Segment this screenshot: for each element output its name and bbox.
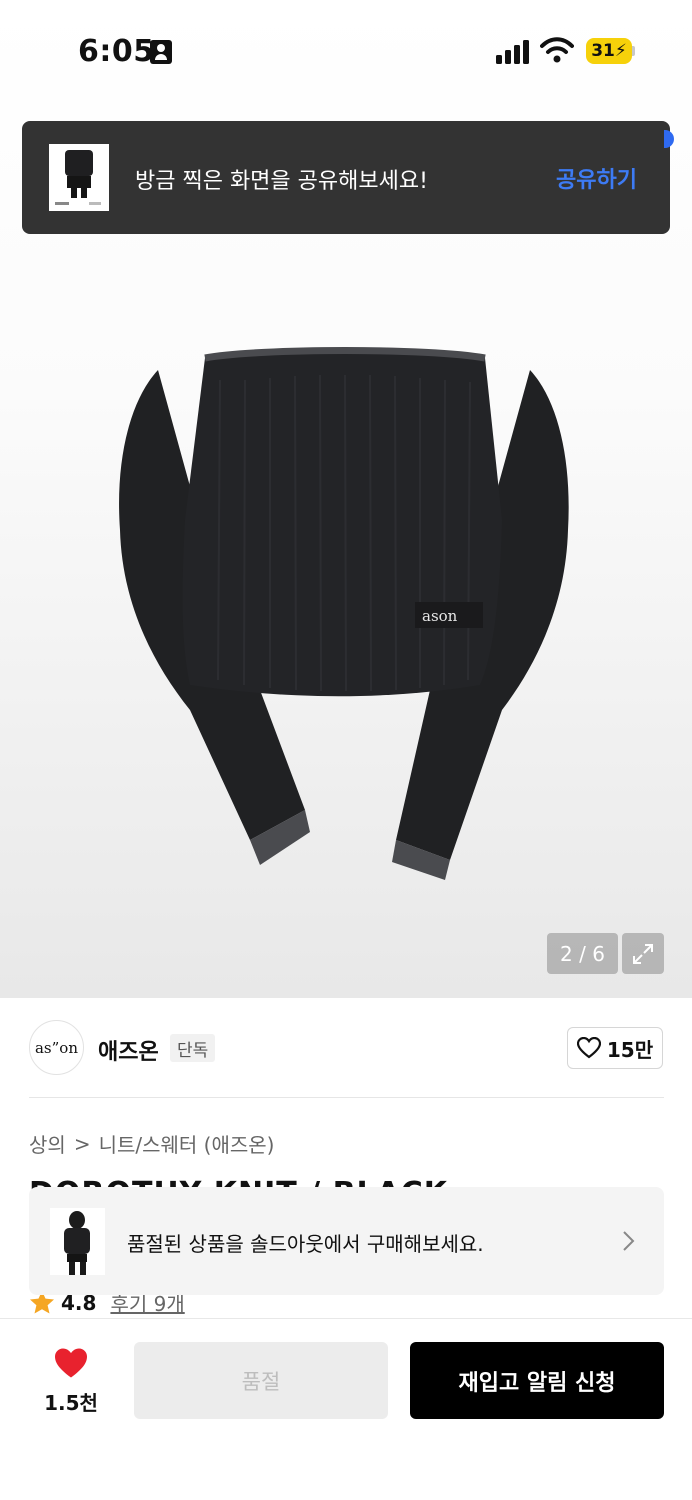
wifi-icon xyxy=(540,37,574,63)
brand-name[interactable]: 애즈온 xyxy=(98,1034,159,1066)
battery-indicator: 31 ⚡ xyxy=(586,38,632,64)
restock-alert-button[interactable]: 재입고 알림 신청 xyxy=(410,1342,664,1419)
brand-logo-text: as”on xyxy=(34,1038,78,1057)
image-counter: 2 / 6 xyxy=(547,933,618,974)
product-detail-page: ason 6:05 31 ⚡ 방금 찍은 화면을 공유해보세요! 공유하기 2 … xyxy=(0,0,692,1500)
heart-outline-icon xyxy=(576,1037,601,1059)
brand-like-count: 15만 xyxy=(606,1037,654,1062)
screenshot-share-toast: 방금 찍은 화면을 공유해보세요! 공유하기 xyxy=(22,121,670,234)
charging-icon: ⚡ xyxy=(614,41,627,61)
bottom-action-bar: 1.5천 품절 재입고 알림 신청 xyxy=(0,1318,692,1500)
expand-image-button[interactable] xyxy=(622,933,664,974)
soldout-banner-thumbnail xyxy=(50,1208,105,1275)
cellular-signal-icon xyxy=(496,40,529,64)
status-time: 6:05 xyxy=(78,34,155,69)
soldout-promo-banner[interactable]: 품절된 상품을 솔드아웃에서 구매해보세요. xyxy=(29,1187,664,1295)
screenshot-thumbnail[interactable] xyxy=(49,144,109,211)
battery-level: 31 xyxy=(591,41,615,61)
contact-card-icon xyxy=(150,40,172,64)
brand-logo[interactable]: as”on xyxy=(29,1020,84,1075)
chevron-right-icon xyxy=(623,1231,635,1251)
breadcrumb-separator: > xyxy=(73,1131,91,1156)
soldout-button: 품절 xyxy=(134,1342,388,1419)
expand-icon xyxy=(633,944,653,964)
breadcrumb-subcategory[interactable]: 니트/스웨터 (애즈온) xyxy=(99,1129,275,1158)
brand-like-button[interactable]: 15만 xyxy=(567,1027,663,1069)
soldout-banner-message: 품절된 상품을 솔드아웃에서 구매해보세요. xyxy=(127,1232,484,1256)
heart-filled-icon xyxy=(55,1348,87,1378)
battery-tip xyxy=(632,46,635,56)
status-bar: 6:05 31 ⚡ xyxy=(0,0,692,100)
breadcrumb-category[interactable]: 상의 xyxy=(29,1129,66,1158)
divider xyxy=(29,1097,664,1098)
product-image-sweater: ason xyxy=(119,347,569,880)
wishlist-button[interactable]: 1.5천 xyxy=(40,1347,102,1416)
exclusive-badge: 단독 xyxy=(170,1034,216,1062)
wishlist-count: 1.5천 xyxy=(44,1391,98,1415)
garment-label-text: ason xyxy=(422,607,458,625)
breadcrumb: 상의 > 니트/스웨터 (애즈온) xyxy=(29,1129,274,1158)
share-button[interactable]: 공유하기 xyxy=(556,162,637,194)
share-toast-message: 방금 찍은 화면을 공유해보세요! xyxy=(135,169,428,194)
